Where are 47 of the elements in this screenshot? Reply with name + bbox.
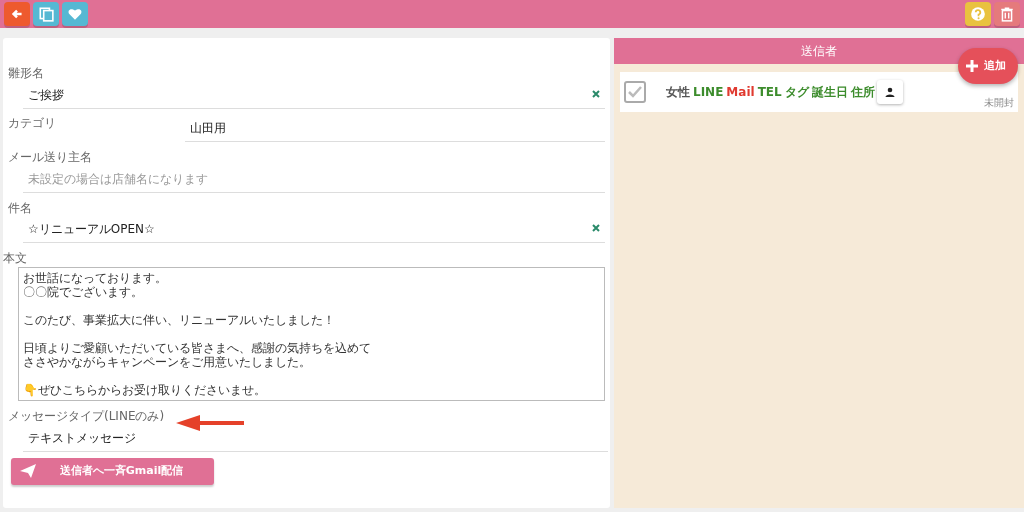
back-button[interactable]: [4, 2, 30, 26]
field-label: メッセージタイプ(LINEのみ): [8, 408, 165, 425]
field-label: 本文: [3, 249, 27, 267]
status-text: 未開封: [984, 96, 1014, 110]
sender-tag: TEL: [757, 83, 782, 101]
body-text-line: ささやかながらキャンペーンをご用意いたしました。: [23, 355, 312, 369]
trash-icon: [999, 6, 1015, 22]
arrow-annotation: [176, 415, 244, 431]
sender-tag: 住所: [850, 83, 875, 101]
heart-icon: [66, 6, 83, 22]
body-text-line: 日頃よりご愛顧いただいている皆さまへ、感謝の気持ちを込めて: [23, 341, 372, 355]
copy-button[interactable]: [32, 2, 59, 26]
input-field[interactable]: ☆リニューアルOPEN☆: [23, 217, 605, 243]
body-text-line: このたび、事業拡大に伴い、リニューアルいたしました！: [23, 313, 336, 327]
field-value: テキストメッセージ: [28, 429, 136, 447]
check-icon: [628, 86, 642, 98]
plus-icon: [966, 60, 978, 72]
profile-button[interactable]: [876, 80, 903, 104]
sender-tag: 女性: [666, 83, 690, 101]
sender-tag: タグ: [784, 83, 809, 101]
sender-tag: Mail: [726, 83, 755, 101]
checkbox[interactable]: [624, 81, 646, 103]
category-field[interactable]: 山田用: [185, 116, 605, 142]
field-placeholder: 未設定の場合は店舗名になります: [28, 170, 208, 188]
help-button[interactable]: [965, 2, 992, 26]
clear-icon[interactable]: [592, 224, 600, 232]
copy-icon: [37, 6, 54, 22]
field-value: ご挨拶: [28, 86, 64, 104]
body-text-line: 〇〇院でございます。: [23, 285, 144, 299]
field-label: カテゴリ: [8, 115, 57, 132]
sender-tag: LINE: [693, 83, 724, 101]
favorite-button[interactable]: [61, 2, 88, 26]
sender-tag: 誕生日: [811, 83, 848, 101]
field-value: ☆リニューアルOPEN☆: [28, 221, 155, 238]
body-text-line: お世話になっております。: [23, 271, 168, 285]
person-icon: [884, 87, 895, 97]
body-textarea[interactable]: お世話になっております。 〇〇院でございます。 このたび、事業拡大に伴い、リニューアルいたしました！ 日頃よりご愛顧いただいている皆さまへ、感謝の気持ちを込めて ささやかながらキャンペーンをご用意いたしました。 👇ぜひこちらからお受け取りくださいませ。: [18, 267, 605, 401]
field-label: 雛形名: [8, 65, 44, 82]
help-icon: [970, 6, 987, 22]
paper-plane-icon: [19, 463, 37, 479]
field-label: メール送り主名: [8, 149, 92, 166]
delete-button[interactable]: [994, 2, 1020, 26]
input-field[interactable]: ご挨拶: [23, 82, 605, 109]
body-text-line: 👇ぜひこちらからお受け取りくださいませ。: [23, 383, 267, 397]
field-label: 件名: [8, 199, 32, 217]
field-value: 山田用: [190, 120, 226, 137]
clear-icon[interactable]: [592, 89, 600, 98]
